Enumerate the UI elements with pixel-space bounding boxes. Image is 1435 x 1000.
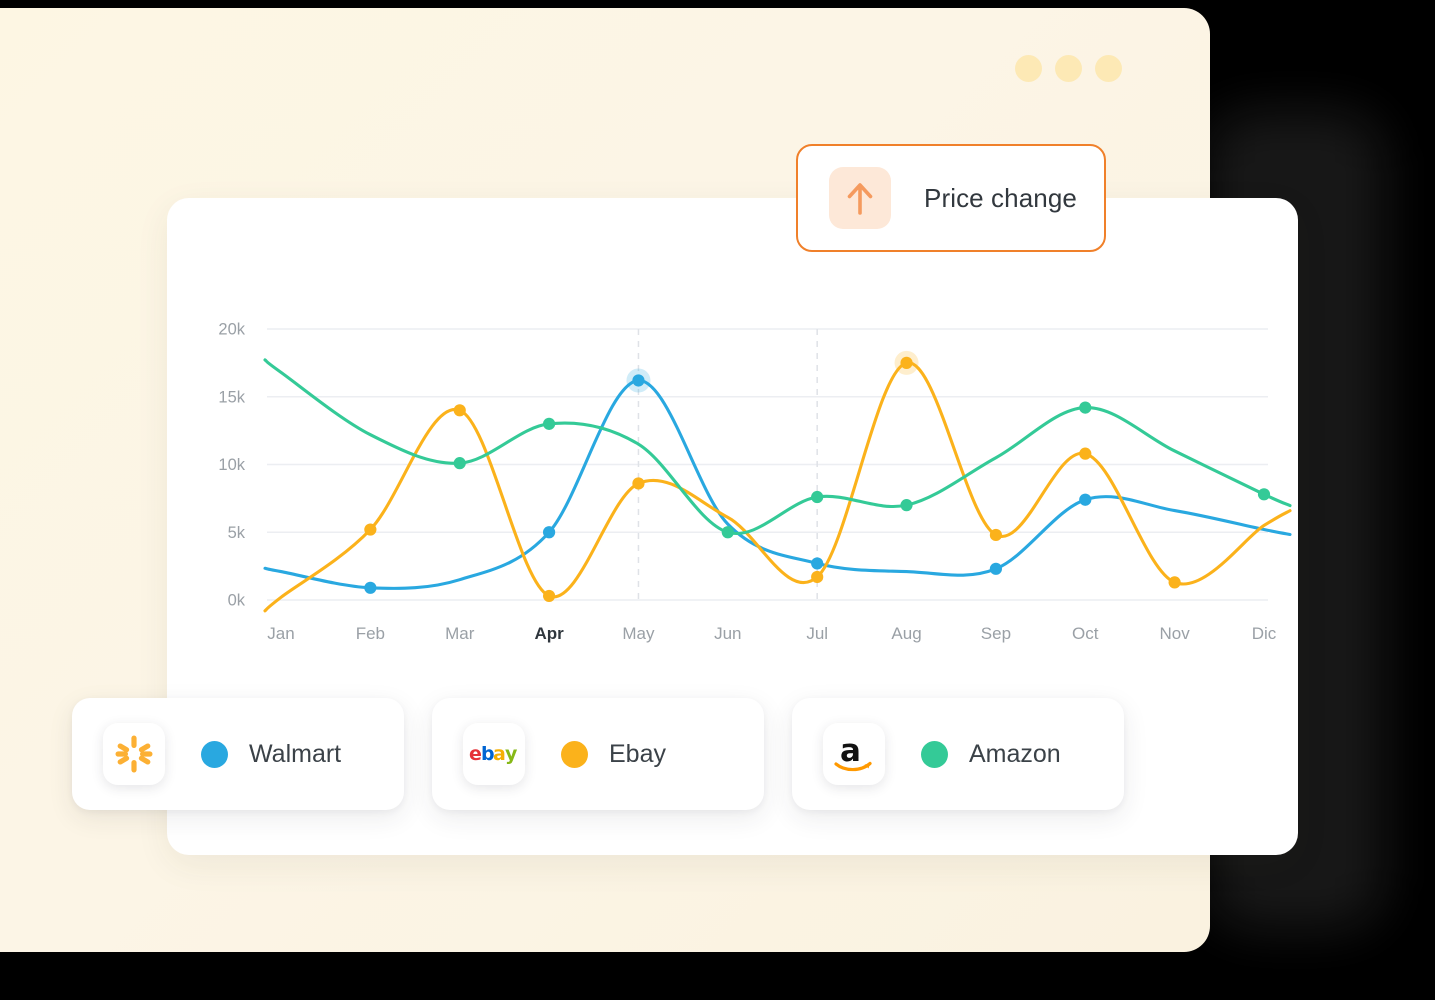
window-dot-3[interactable] xyxy=(1095,55,1122,82)
x-axis-tick-oct[interactable]: Oct xyxy=(1072,624,1099,643)
price-change-badge[interactable]: Price change xyxy=(796,144,1106,252)
data-point-walmart-may[interactable] xyxy=(632,374,645,387)
chart-gridlines xyxy=(267,328,1268,601)
legend-label-ebay: Ebay xyxy=(609,739,666,768)
x-axis-tick-may[interactable]: May xyxy=(622,624,655,643)
y-axis-tick: 0k xyxy=(228,592,246,610)
x-axis-tick-jun[interactable]: Jun xyxy=(714,624,741,643)
x-axis-tick-apr[interactable]: Apr xyxy=(534,624,564,643)
x-axis-tick-feb[interactable]: Feb xyxy=(356,624,385,643)
data-point-ebay-aug[interactable] xyxy=(900,356,913,369)
data-point-ebay-nov[interactable] xyxy=(1168,576,1181,589)
legend-label-walmart: Walmart xyxy=(249,739,342,768)
window-controls xyxy=(1015,55,1122,82)
window-dot-1[interactable] xyxy=(1015,55,1042,82)
y-axis-tick: 15k xyxy=(218,388,245,406)
price-change-label: Price change xyxy=(924,182,1077,213)
data-point-ebay-feb[interactable] xyxy=(364,523,377,536)
x-axis-tick-mar[interactable]: Mar xyxy=(445,624,475,643)
data-point-amazon-dic[interactable] xyxy=(1257,488,1271,501)
legend-swatch-amazon xyxy=(921,740,948,768)
chart-legend: Walmart e b a y Ebay a Amazon xyxy=(72,698,1124,810)
chart-x-axis-labels: Jan Feb Mar Apr May Jun Jul Aug Sep Oct Nov Dic xyxy=(267,624,1276,643)
legend-swatch-walmart xyxy=(201,740,228,768)
data-point-ebay-apr[interactable] xyxy=(542,589,556,603)
x-axis-tick-aug[interactable]: Aug xyxy=(891,624,921,643)
data-point-amazon-mar[interactable] xyxy=(453,457,466,470)
chart-series-lines xyxy=(263,358,1292,613)
data-point-ebay-may[interactable] xyxy=(632,477,645,490)
window-dot-2[interactable] xyxy=(1055,55,1082,82)
legend-item-ebay[interactable]: e b a y Ebay xyxy=(432,698,764,810)
data-point-walmart-oct[interactable] xyxy=(1079,493,1092,506)
data-point-amazon-apr[interactable] xyxy=(542,417,556,430)
x-axis-tick-jul[interactable]: Jul xyxy=(806,624,828,643)
y-axis-tick: 5k xyxy=(228,524,246,542)
series-line-walmart xyxy=(263,378,1292,590)
series-line-ebay xyxy=(263,361,1292,613)
x-axis-tick-nov[interactable]: Nov xyxy=(1160,624,1191,643)
ebay-logo: e b a y xyxy=(463,723,525,785)
x-axis-tick-jan[interactable]: Jan xyxy=(267,624,294,643)
data-point-ebay-jul[interactable] xyxy=(811,570,824,584)
data-point-ebay-sep[interactable] xyxy=(989,528,1003,542)
chart-y-axis-labels: 20k 15k 10k 5k 0k xyxy=(218,321,245,610)
data-point-amazon-jul[interactable] xyxy=(811,490,824,504)
data-point-walmart-sep[interactable] xyxy=(989,562,1003,575)
amazon-logo: a xyxy=(823,723,885,785)
y-axis-tick: 20k xyxy=(218,321,245,339)
walmart-spark-logo xyxy=(103,723,165,785)
legend-item-amazon[interactable]: a Amazon xyxy=(792,698,1124,810)
data-point-ebay-mar[interactable] xyxy=(453,404,466,417)
data-point-walmart-apr[interactable] xyxy=(542,526,556,539)
y-axis-tick: 10k xyxy=(218,456,245,474)
arrow-up-icon xyxy=(829,167,891,229)
legend-swatch-ebay xyxy=(561,740,588,768)
data-point-ebay-oct[interactable] xyxy=(1079,447,1092,460)
legend-item-walmart[interactable]: Walmart xyxy=(72,698,404,810)
svg-text:a: a xyxy=(493,743,506,765)
svg-text:y: y xyxy=(505,743,518,765)
x-axis-tick-dic[interactable]: Dic xyxy=(1252,624,1277,643)
x-axis-tick-sep[interactable]: Sep xyxy=(981,624,1011,643)
svg-text:a: a xyxy=(840,733,861,769)
data-point-walmart-feb[interactable] xyxy=(364,581,377,594)
data-point-amazon-jun[interactable] xyxy=(721,526,734,539)
svg-text:e: e xyxy=(469,743,482,765)
data-point-walmart-jul[interactable] xyxy=(811,557,824,570)
data-point-amazon-aug[interactable] xyxy=(900,499,913,512)
legend-label-amazon: Amazon xyxy=(969,739,1061,768)
data-point-amazon-oct[interactable] xyxy=(1079,401,1092,414)
